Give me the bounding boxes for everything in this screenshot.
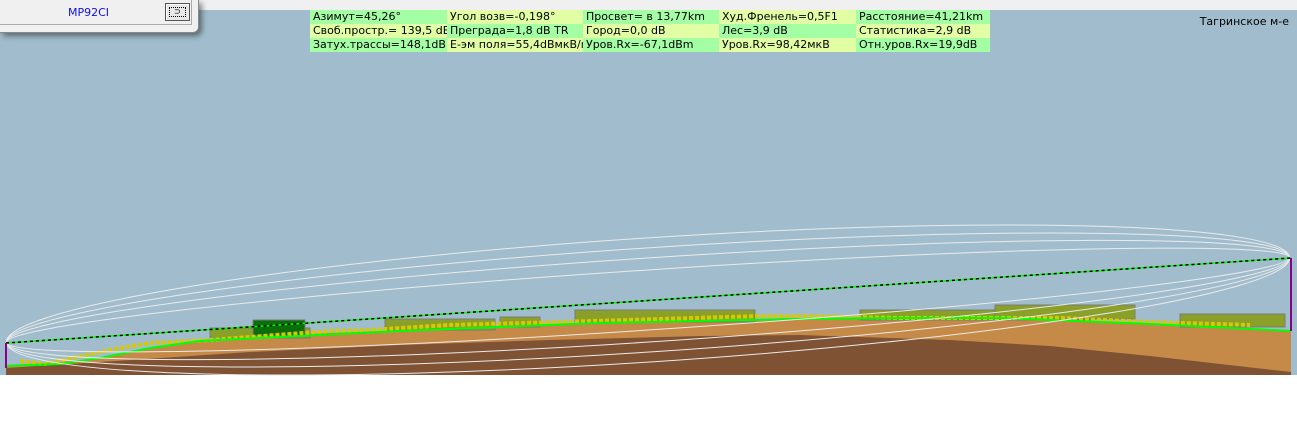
path-profile (5, 224, 1292, 376)
